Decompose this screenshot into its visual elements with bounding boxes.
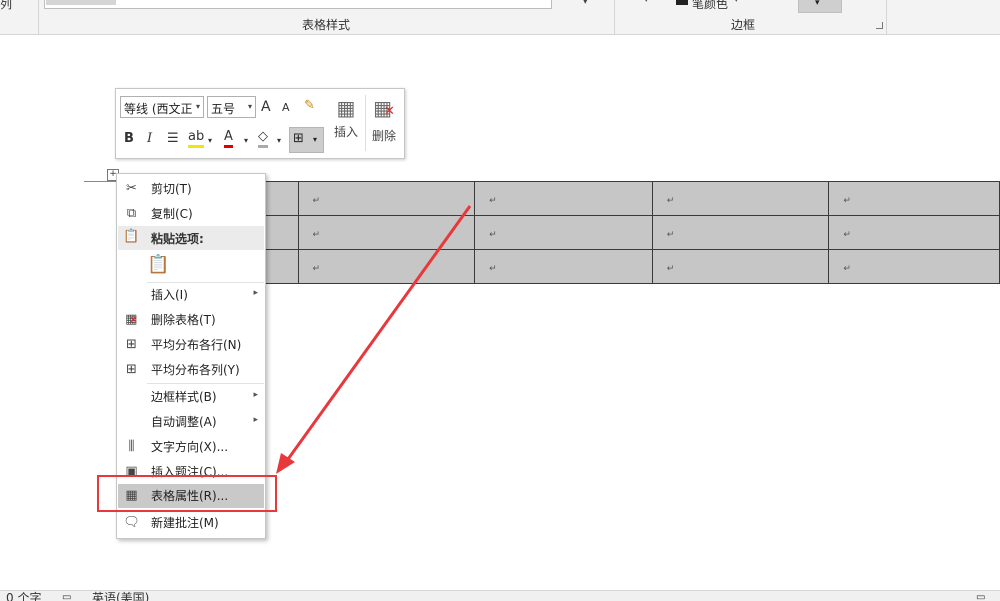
annotation-arrow bbox=[276, 205, 472, 474]
status-bar: 0 个字 ▭ 英语(美国) ▭ bbox=[0, 590, 1000, 601]
arrow-head bbox=[276, 453, 295, 474]
arrow-shaft bbox=[284, 205, 472, 463]
